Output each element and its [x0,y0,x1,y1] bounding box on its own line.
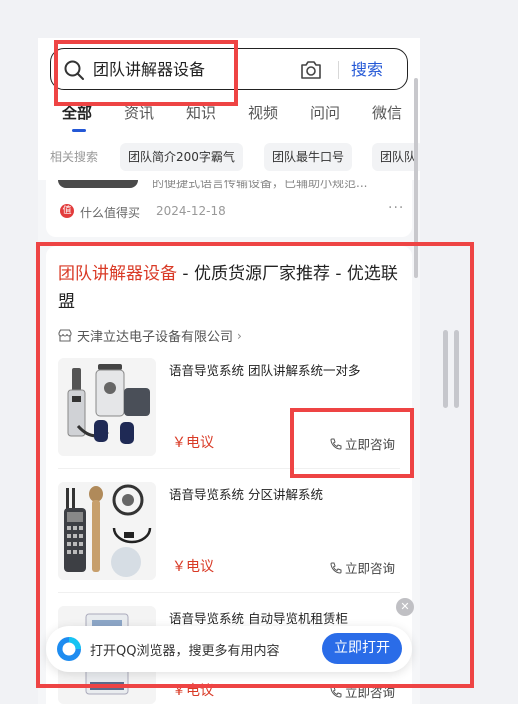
previous-result-snippet: 的便捷式语言传输设备，已辅助小规范... [152,180,368,190]
previous-result-thumbnail [58,180,138,188]
related-label: 相关搜索 [50,150,99,164]
related-searches: 相关搜索 团队简介200字霸气 团队最牛口号 团队队 [38,134,420,180]
tab-video[interactable]: 视频 [248,102,278,124]
left-gutter [0,0,38,704]
search-button[interactable]: 搜索 [351,59,383,81]
previous-result-card[interactable]: 的便捷式语言传输设备，已辅助小规范... 值 什么值得买 2024-12-18 … [46,180,412,237]
related-chip[interactable]: 团队最牛口号 [264,143,353,171]
annotation-box-consult [290,408,414,478]
active-tab-indicator [72,129,86,132]
camera-icon[interactable] [299,59,323,81]
related-chip[interactable]: 团队简介200字霸气 [120,143,243,171]
search-divider [338,61,339,79]
top-gutter [38,0,420,38]
tab-wechat[interactable]: 微信 [372,102,402,124]
source-name: 什么值得买 [80,206,141,220]
related-chip[interactable]: 团队队 [372,143,420,171]
tab-qa[interactable]: 问问 [310,102,340,124]
source-date: 2024-12-18 [156,204,226,218]
annotation-box-search [54,40,238,106]
source-logo: 值 [60,204,74,218]
more-options-icon[interactable]: ··· [388,200,404,216]
